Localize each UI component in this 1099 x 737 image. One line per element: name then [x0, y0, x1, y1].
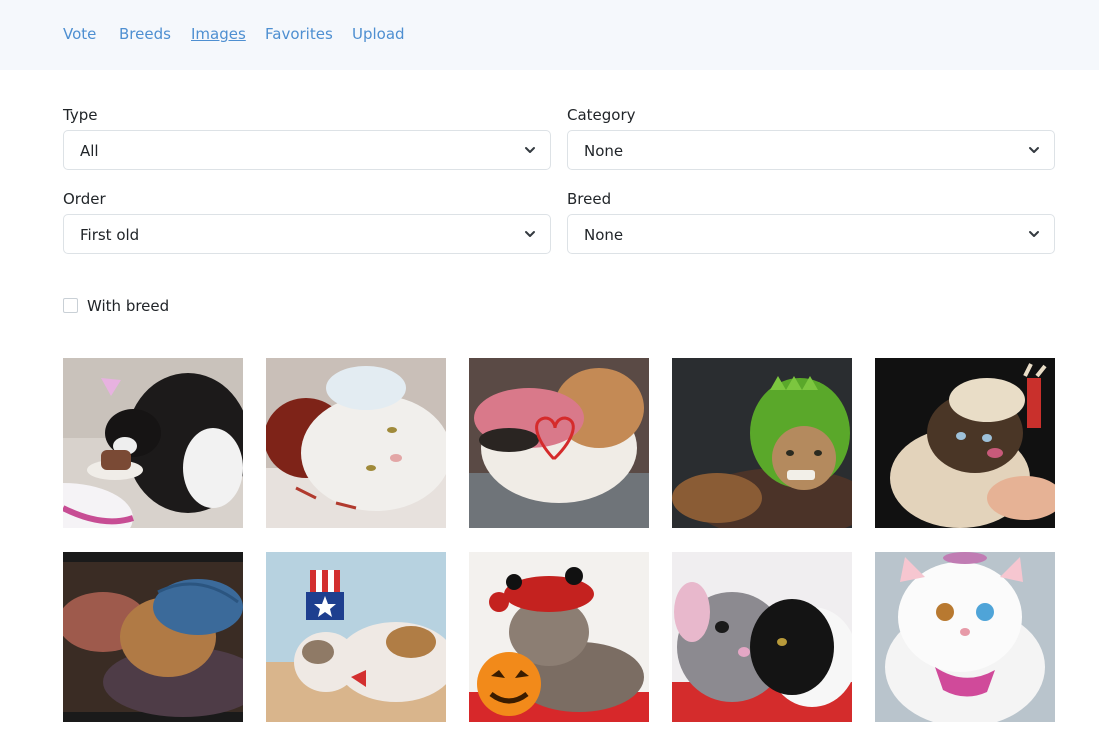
nav-link-favorites[interactable]: Favorites [265, 25, 333, 43]
cat-image-2[interactable] [266, 358, 446, 528]
type-label: Type [63, 106, 98, 124]
breed-label: Breed [567, 190, 612, 208]
with-breed-checkbox[interactable] [63, 298, 78, 313]
order-select-value: First old [80, 226, 140, 244]
cat-image-10[interactable] [875, 552, 1055, 722]
cat-image-8[interactable] [469, 552, 649, 722]
category-select-value: None [584, 142, 624, 160]
category-select[interactable]: None [567, 130, 1055, 170]
chevron-down-icon [525, 231, 535, 237]
chevron-down-icon [1029, 147, 1039, 153]
cat-image-5[interactable] [875, 358, 1055, 528]
breed-select-value: None [584, 226, 624, 244]
cat-image-7[interactable] [266, 552, 446, 722]
nav-link-images[interactable]: Images [191, 25, 246, 43]
category-label: Category [567, 106, 636, 124]
nav-link-upload[interactable]: Upload [352, 25, 405, 43]
nav-link-breeds[interactable]: Breeds [119, 25, 171, 43]
cat-image-9[interactable] [672, 552, 852, 722]
type-select[interactable]: All [63, 130, 551, 170]
chevron-down-icon [525, 147, 535, 153]
cat-image-4[interactable] [672, 358, 852, 528]
cat-image-6[interactable] [63, 552, 243, 722]
with-breed-label: With breed [87, 297, 170, 315]
type-select-value: All [80, 142, 99, 160]
order-label: Order [63, 190, 106, 208]
cat-image-3[interactable] [469, 358, 649, 528]
breed-select[interactable]: None [567, 214, 1055, 254]
order-select[interactable]: First old [63, 214, 551, 254]
nav-link-vote[interactable]: Vote [63, 25, 96, 43]
top-navbar: Vote Breeds Images Favorites Upload [0, 0, 1099, 70]
cat-image-1[interactable] [63, 358, 243, 528]
chevron-down-icon [1029, 231, 1039, 237]
